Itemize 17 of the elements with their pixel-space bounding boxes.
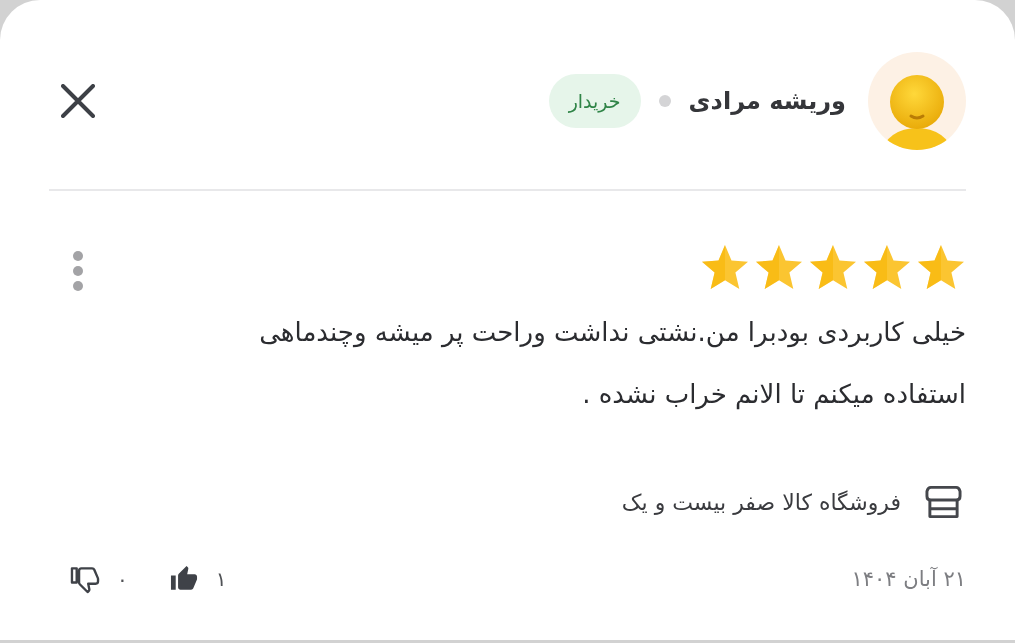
star-icon — [916, 243, 966, 291]
star-icon — [700, 243, 750, 291]
star-icon — [754, 243, 804, 291]
review-text: خیلی کاربردی بودبرا من.نشتی نداشت وراحت پر میشه وچندماهی استفاده میکنم تا الانم خراب نشده . — [258, 316, 966, 412]
more-options-icon — [72, 250, 84, 292]
dislike-button[interactable]: ۰ — [69, 563, 128, 595]
star-icon — [808, 243, 858, 291]
user-name: وریشه مرادی — [688, 87, 846, 115]
like-button[interactable]: ۱ — [167, 563, 227, 595]
close-icon — [61, 84, 95, 118]
star-icon — [862, 243, 912, 291]
seller-name: فروشگاه کالا صفر بیست و یک — [621, 489, 901, 515]
separator-dot-icon — [658, 95, 671, 107]
buyer-badge: خریدار — [548, 74, 641, 128]
review-date: ۲۱ آبان ۱۴۰۴ — [851, 567, 966, 591]
avatar-icon — [868, 52, 966, 150]
store-icon — [925, 485, 962, 519]
